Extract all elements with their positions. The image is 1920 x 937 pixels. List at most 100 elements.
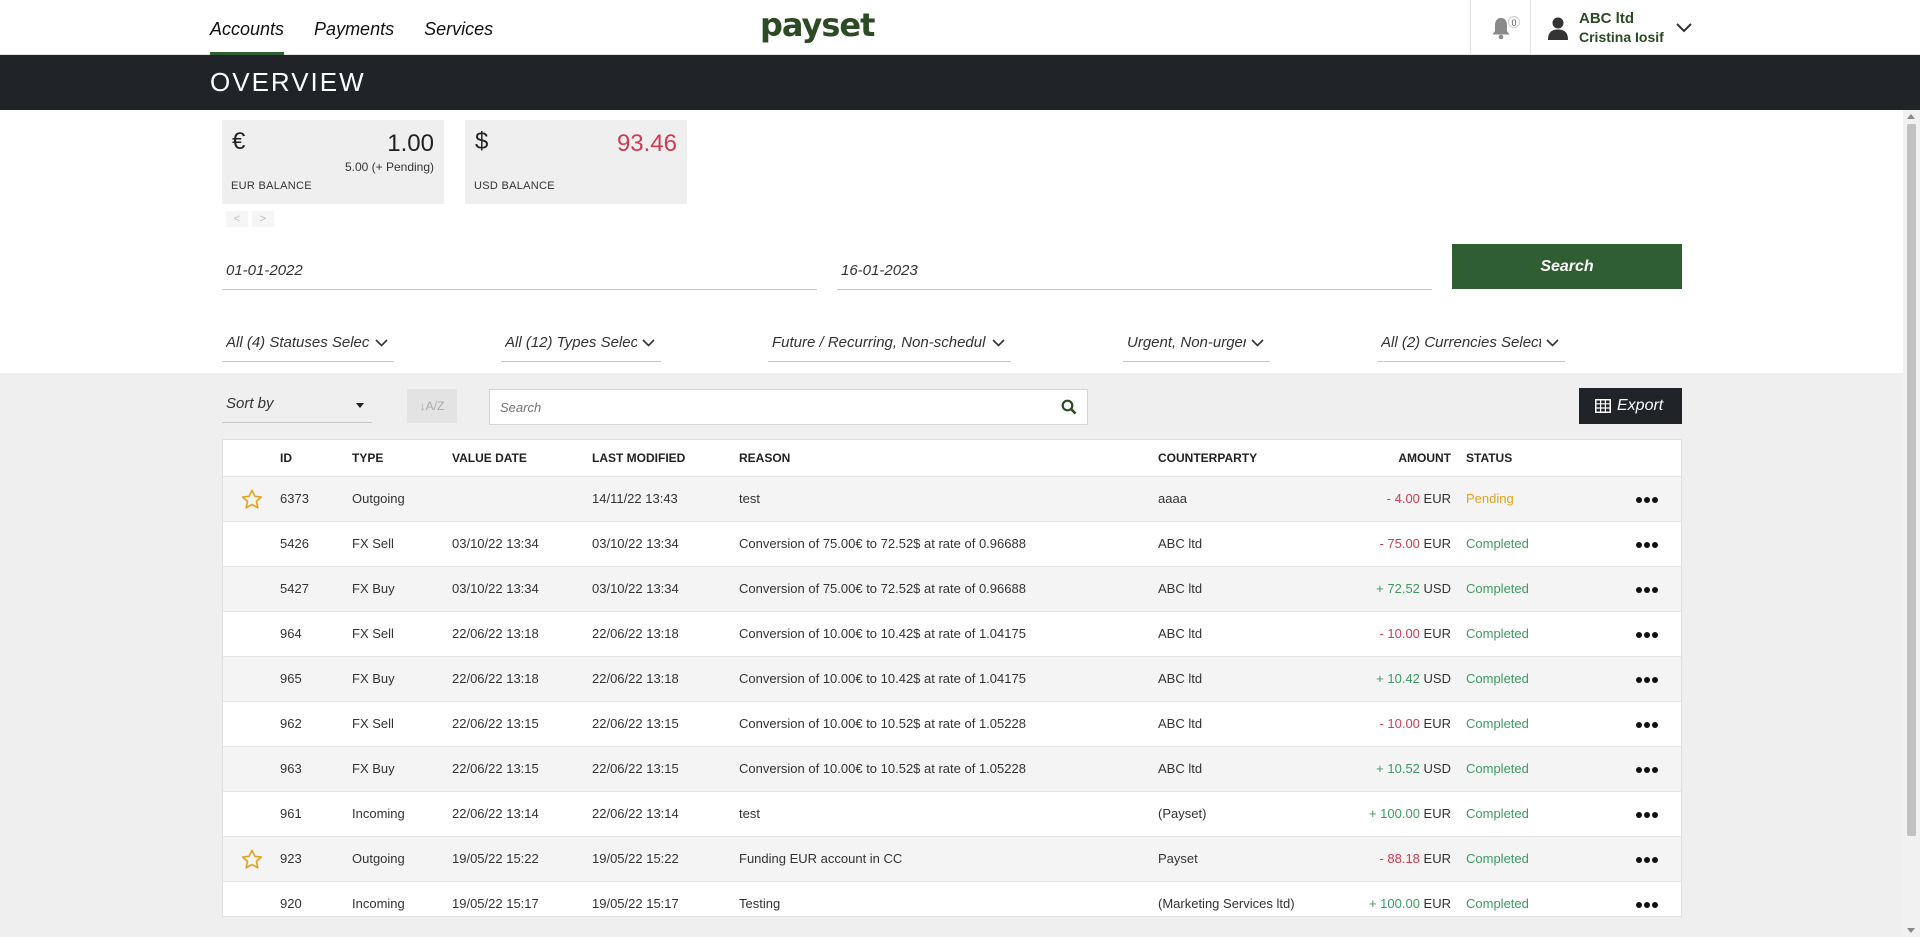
search-icon[interactable] [1061,399,1077,415]
status-filter[interactable]: All (4) Statuses Select [222,330,394,362]
column-header-last-modified[interactable]: LAST MODIFIED [592,451,685,465]
column-header-type[interactable]: TYPE [352,451,383,465]
amount-value: - 10.00 [1379,716,1420,731]
dot [1652,767,1658,773]
chevron-down-icon [1676,22,1692,32]
user-info: ABC ltd Cristina Iosif [1579,10,1664,46]
notifications-button[interactable]: 0 [1471,0,1531,55]
amount-currency: EUR [1423,896,1451,911]
search-button[interactable]: Search [1452,244,1682,289]
star-icon[interactable] [241,489,263,510]
column-header-amount[interactable]: AMOUNT [1398,451,1451,465]
more-options-icon[interactable] [1636,497,1658,503]
cell-counterparty: ABC ltd [1158,671,1203,686]
table-row[interactable]: 962 FX Sell 22/06/22 13:15 22/06/22 13:15 Co… [223,702,1681,747]
column-header-status[interactable]: STATUS [1466,451,1512,465]
column-header-id[interactable]: ID [280,451,292,465]
status-badge: Completed [1466,851,1529,866]
more-options-icon[interactable] [1636,722,1658,728]
table-row[interactable]: 965 FX Buy 22/06/22 13:18 22/06/22 13:18 Con… [223,657,1681,702]
date-to-field[interactable]: 16-01-2023 [837,258,1432,290]
nav-services[interactable]: Services [424,0,493,55]
cell-value-date: 22/06/22 13:14 [452,806,539,821]
cell-id: 964 [280,626,302,641]
table-icon [1595,399,1611,413]
eur-balance-card[interactable]: € 1.00 5.00 (+ Pending) EUR BALANCE [222,120,444,204]
cell-type: FX Buy [352,581,395,596]
cell-counterparty: (Marketing Services ltd) [1158,896,1295,911]
more-options-icon[interactable] [1636,902,1658,908]
status-badge: Completed [1466,806,1529,821]
more-options-icon[interactable] [1636,587,1658,593]
transactions-table: ID TYPE VALUE DATE LAST MODIFIED REASON … [222,439,1682,917]
more-options-icon[interactable] [1636,857,1658,863]
dot [1644,542,1650,548]
table-row[interactable]: 964 FX Sell 22/06/22 13:18 22/06/22 13:18 Co… [223,612,1681,657]
cell-last-modified: 22/06/22 13:15 [592,761,679,776]
table-row[interactable]: 6373 Outgoing 14/11/22 13:43 test aaaa - 4.00… [223,477,1681,522]
user-menu[interactable]: ABC ltd Cristina Iosif [1531,0,1692,55]
amount-value: - 75.00 [1379,536,1420,551]
table-row[interactable]: 923 Outgoing 19/05/22 15:22 19/05/22 15:22 F… [223,837,1681,882]
dot [1652,632,1658,638]
scroll-thumb[interactable] [1907,124,1916,836]
amount-currency: EUR [1423,806,1451,821]
table-row[interactable]: 5427 FX Buy 03/10/22 13:34 03/10/22 13:34 Co… [223,567,1681,612]
urgency-filter-label: Urgent, Non-urgent [1127,334,1246,351]
type-filter[interactable]: All (12) Types Select [501,330,661,362]
eur-balance-amount: 1.00 [387,130,434,157]
schedule-filter-label: Future / Recurring, Non-schedul [772,334,986,351]
urgency-filter[interactable]: Urgent, Non-urgent [1123,330,1270,362]
search-input[interactable] [490,390,1030,424]
table-row[interactable]: 5426 FX Sell 03/10/22 13:34 03/10/22 13:34 C… [223,522,1681,567]
dot [1644,587,1650,593]
cell-reason: Conversion of 10.00€ to 10.42$ at rate o… [739,626,1026,641]
more-options-icon[interactable] [1636,542,1658,548]
nav-payments[interactable]: Payments [314,0,394,55]
dot [1636,632,1642,638]
dot [1636,767,1642,773]
sort-direction-button[interactable]: ↓A/Z [407,389,457,423]
status-badge: Completed [1466,896,1529,911]
eur-balance-label: EUR BALANCE [231,180,312,192]
payset-logo[interactable]: payset [760,6,875,44]
table-row[interactable]: 963 FX Buy 22/06/22 13:15 22/06/22 13:15 Con… [223,747,1681,792]
star-icon[interactable] [241,849,263,870]
carousel-next-button[interactable]: > [252,211,274,227]
table-row[interactable]: 920 Incoming 19/05/22 15:17 19/05/22 15:17 T… [223,882,1681,916]
cell-counterparty: ABC ltd [1158,626,1203,641]
sort-by-label: Sort by [226,395,274,412]
column-header-reason[interactable]: REASON [739,451,790,465]
cell-value-date: 22/06/22 13:15 [452,716,539,731]
cell-amount: - 75.00 EUR [1379,536,1451,551]
export-button[interactable]: Export [1579,388,1682,424]
cell-reason: Funding EUR account in CC [739,851,903,866]
usd-balance-card[interactable]: $ 93.46 USD BALANCE [465,120,687,204]
column-header-counterparty[interactable]: COUNTERPARTY [1158,451,1257,465]
scroll-up-arrow-icon[interactable] [1907,114,1915,119]
carousel-prev-button[interactable]: < [226,211,248,227]
cell-value-date: 22/06/22 13:15 [452,761,539,776]
dot [1644,677,1650,683]
usd-balance-amount: 93.46 [616,130,677,157]
page-scrollbar[interactable] [1903,110,1920,937]
scroll-down-arrow-icon[interactable] [1907,928,1915,933]
more-options-icon[interactable] [1636,677,1658,683]
table-row[interactable]: 961 Incoming 22/06/22 13:14 22/06/22 13:14 t… [223,792,1681,837]
column-header-value-date[interactable]: VALUE DATE [452,451,527,465]
cell-counterparty: Payset [1158,851,1198,866]
cell-last-modified: 22/06/22 13:18 [592,626,679,641]
sort-by-select[interactable]: Sort by [222,389,372,423]
date-from-field[interactable]: 01-01-2022 [222,258,817,290]
cell-id: 5427 [280,581,309,596]
more-options-icon[interactable] [1636,812,1658,818]
cell-type: Outgoing [352,851,405,866]
more-options-icon[interactable] [1636,632,1658,638]
cell-amount: - 88.18 EUR [1379,851,1451,866]
eur-pending-amount: 5.00 (+ Pending) [344,160,434,174]
more-options-icon[interactable] [1636,767,1658,773]
schedule-filter[interactable]: Future / Recurring, Non-schedul [768,330,1011,362]
nav-accounts[interactable]: Accounts [210,0,285,55]
currency-filter[interactable]: All (2) Currencies Selected [1377,330,1565,362]
cell-type: FX Buy [352,761,395,776]
